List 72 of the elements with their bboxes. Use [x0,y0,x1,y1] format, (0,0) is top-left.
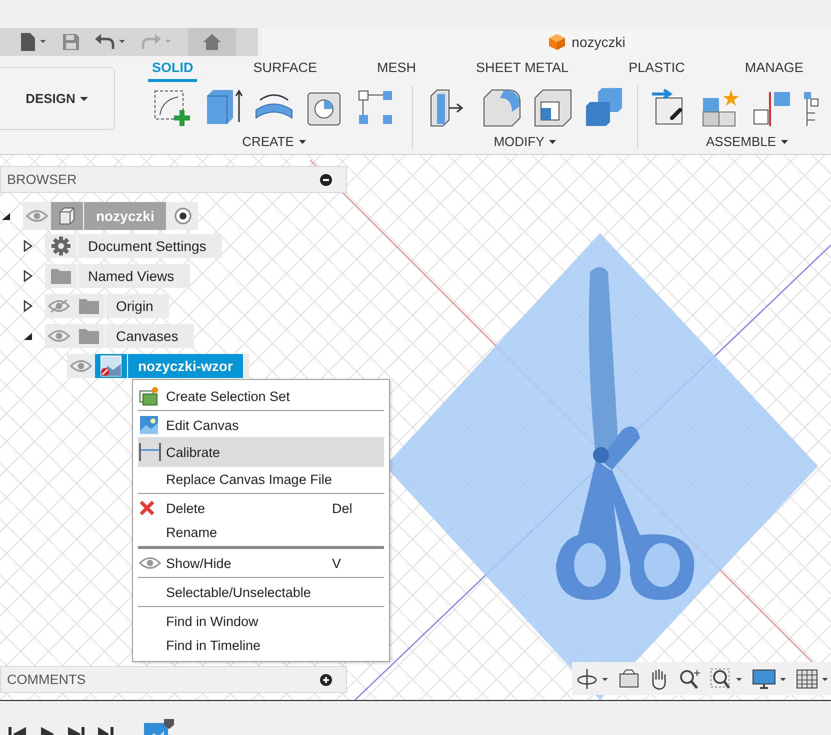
orbit-icon[interactable] [576,668,610,690]
ribbon-group-dropdown[interactable]: MODIFY [494,134,556,149]
caret-icon [80,96,88,102]
collapse-triangle-icon[interactable] [1,210,11,222]
expand-triangle-icon[interactable] [23,270,33,282]
home-button[interactable] [188,28,236,56]
menu-item-label: Find in Window [166,614,260,628]
dimension-icon [139,442,161,462]
menu-item-label: Replace Canvas Image File [166,472,333,486]
ribbon-group-dropdown[interactable]: CREATE [242,134,306,149]
image-icon [139,415,159,435]
ribbon-tab[interactable]: PLASTIC [624,60,689,82]
combine-icon[interactable] [584,88,624,128]
add-icon[interactable] [320,674,332,686]
ribbon-tab[interactable]: MANAGE [740,60,808,82]
ribbon-tab[interactable]: MESH [373,60,420,82]
menu-item-label: Delete [166,500,206,516]
folder-icon [78,297,100,315]
menu-item-label: Edit Canvas [166,418,240,432]
cube-icon [548,33,566,51]
menu-item[interactable]: Create Selection Set [138,384,384,408]
ribbon-tab[interactable]: SURFACE [249,60,322,82]
menu-item[interactable]: Selectable/Unselectable [138,580,384,604]
canvas-feature-icon[interactable] [142,717,176,735]
expand-triangle-icon[interactable] [23,240,33,252]
caret-icon [298,138,306,144]
menu-item-label: Selectable/Unselectable [166,584,312,600]
fillet-icon[interactable] [482,88,522,128]
shortcut-label: V [332,556,342,570]
radio-icon[interactable] [174,207,192,225]
undo-icon[interactable] [94,32,126,52]
menu-item[interactable]: Show/Hide V [138,551,384,575]
zoom-icon[interactable] [678,668,702,690]
eye-icon[interactable] [139,556,161,570]
menu-item[interactable]: Calibrate [138,437,384,467]
menu-item[interactable]: Replace Canvas Image File [138,467,384,491]
new-component-icon[interactable] [701,88,741,128]
grid-icon[interactable] [796,668,830,690]
menu-item[interactable]: Find in Window [138,609,384,633]
delete-icon [139,500,155,516]
ribbon-group-dropdown[interactable]: ASSEMBLE [706,134,788,149]
menu-item-label: Find in Timeline [166,638,262,652]
file-icon[interactable] [18,32,48,52]
menu-item[interactable]: Find in Timeline [138,633,384,657]
caret-icon [549,138,556,144]
ribbon-tab[interactable]: SHEET METAL [472,60,573,82]
selection-set-icon [139,386,159,406]
zoom-window-icon[interactable] [710,668,744,690]
menu-item[interactable]: Delete Del [138,496,384,520]
shell-icon[interactable] [532,88,572,128]
display-icon[interactable] [752,668,788,690]
menu-item-label: Rename [166,524,218,540]
collapse-icon[interactable] [320,174,332,186]
document-tab[interactable]: nozyczki [262,28,831,56]
menu-item-label: Show/Hide [166,556,232,570]
expand-triangle-icon[interactable] [23,300,33,312]
home-icon [202,33,222,51]
cube-icon [58,207,76,225]
menu-item[interactable]: Edit Canvas [138,413,384,437]
look-at-icon[interactable] [618,668,640,690]
menu-item-label: Create Selection Set [166,388,291,404]
workspace-dropdown[interactable]: DESIGN [0,67,115,130]
folder-icon [78,327,100,345]
shortcut-label: Del [332,500,354,516]
collapse-triangle-icon[interactable] [23,330,33,342]
browser-title: BROWSER [7,172,77,187]
menu-item-label: Calibrate [166,444,222,460]
menu-item[interactable]: Rename [138,520,384,544]
folder-icon [50,267,72,285]
sketch-icon[interactable] [152,88,192,128]
caret-icon [781,138,788,144]
comments-title: COMMENTS [7,672,86,687]
